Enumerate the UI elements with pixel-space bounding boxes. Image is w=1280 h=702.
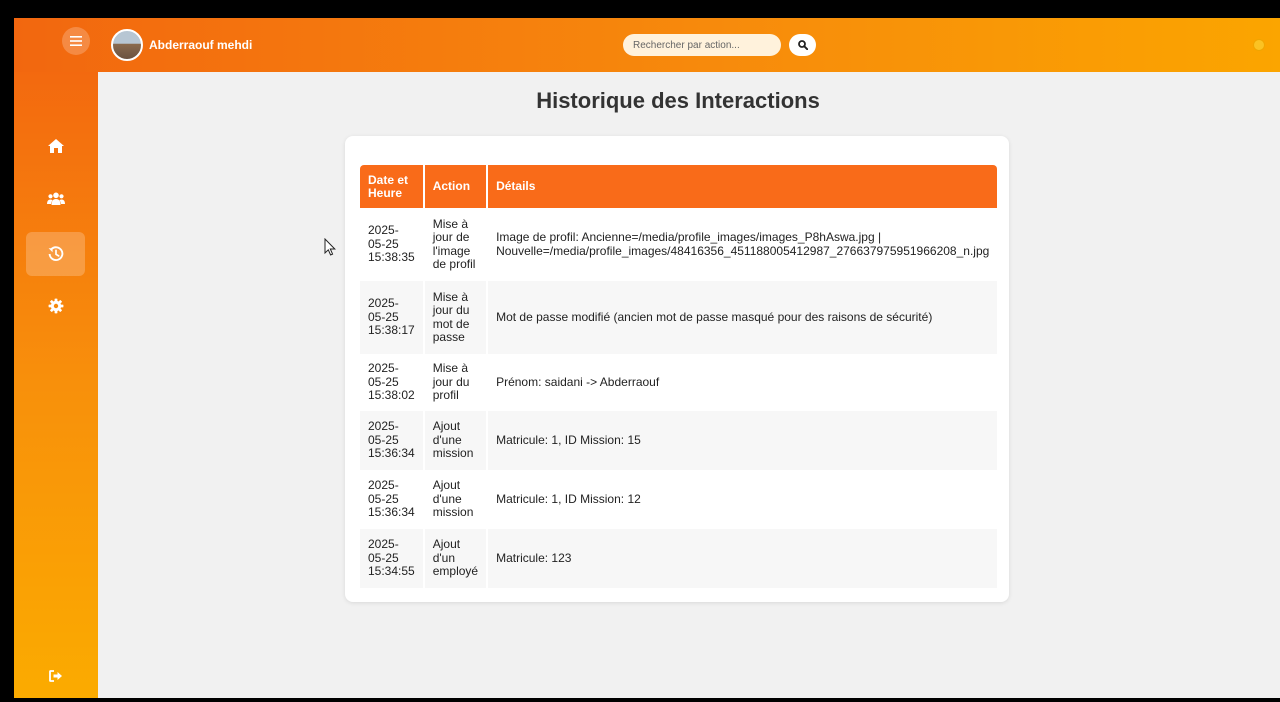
cell-date: 2025-05-25 15:38:17	[360, 281, 425, 354]
users-icon	[46, 192, 65, 205]
app-window: Abderraouf mehdi Rechercher par action..…	[14, 18, 1280, 698]
logout-icon	[48, 670, 62, 682]
cell-action: Ajout d'un employé	[423, 529, 489, 588]
sidebar-item-home[interactable]	[26, 124, 85, 168]
cell-details: Matricule: 1, ID Mission: 15	[487, 411, 998, 470]
column-header-details: Détails	[487, 165, 998, 208]
home-icon	[47, 139, 64, 153]
table-row: 2025-05-25 15:34:55 Ajout d'un employé M…	[360, 529, 998, 588]
cell-details: Matricule: 123	[487, 529, 998, 588]
user-name: Abderraouf mehdi	[149, 38, 253, 52]
logout-button[interactable]	[26, 654, 85, 698]
search-input[interactable]	[623, 34, 781, 56]
mouse-cursor-icon	[324, 238, 336, 256]
cell-action: Mise à jour du mot de passe	[423, 281, 489, 354]
top-bar: Abderraouf mehdi	[14, 18, 1280, 72]
sidebar	[14, 72, 98, 698]
gear-icon	[48, 298, 63, 314]
cell-action: Ajout d'une mission	[423, 470, 489, 529]
search-icon	[797, 40, 808, 50]
table-row: 2025-05-25 15:36:34 Ajout d'une mission …	[360, 470, 998, 529]
table-row: 2025-05-25 15:38:17 Mise à jour du mot d…	[360, 281, 998, 354]
cell-date: 2025-05-25 15:38:02	[360, 354, 425, 411]
history-table: Date et Heure Action Détails 2025-05-25 …	[360, 165, 998, 588]
table-row: 2025-05-25 15:38:35 Mise à jour de l'ima…	[360, 208, 998, 281]
cell-action: Mise à jour du profil	[423, 354, 489, 411]
table-row: 2025-05-25 15:36:34 Ajout d'une mission …	[360, 411, 998, 470]
sidebar-item-history[interactable]	[26, 232, 85, 276]
menu-toggle-button[interactable]	[62, 27, 90, 55]
cell-details: Prénom: saidani -> Abderraouf	[487, 354, 998, 411]
table-header-row: Date et Heure Action Détails	[360, 165, 998, 208]
cell-details: Matricule: 1, ID Mission: 12	[487, 470, 998, 529]
cell-date: 2025-05-25 15:38:35	[360, 208, 425, 281]
history-icon	[48, 246, 63, 261]
column-header-date: Date et Heure	[360, 165, 425, 208]
cell-details: Mot de passe modifié (ancien mot de pass…	[487, 281, 998, 354]
cell-date: 2025-05-25 15:34:55	[360, 529, 425, 588]
cell-action: Mise à jour de l'image de profil	[423, 208, 489, 281]
cell-date: 2025-05-25 15:36:34	[360, 470, 425, 529]
page-title: Historique des Interactions	[536, 88, 820, 113]
sidebar-item-settings[interactable]	[26, 284, 85, 328]
cell-details: Image de profil: Ancienne=/media/profile…	[487, 208, 998, 281]
table-row: 2025-05-25 15:38:02 Mise à jour du profi…	[360, 354, 998, 411]
search-button[interactable]	[789, 34, 816, 56]
status-indicator	[1253, 39, 1265, 51]
avatar[interactable]	[111, 29, 143, 61]
history-card: Date et Heure Action Détails 2025-05-25 …	[345, 136, 1009, 602]
column-header-action: Action	[423, 165, 489, 208]
sidebar-item-employees[interactable]	[26, 176, 85, 220]
cell-date: 2025-05-25 15:36:34	[360, 411, 425, 470]
cell-action: Ajout d'une mission	[423, 411, 489, 470]
hamburger-icon	[70, 36, 82, 46]
